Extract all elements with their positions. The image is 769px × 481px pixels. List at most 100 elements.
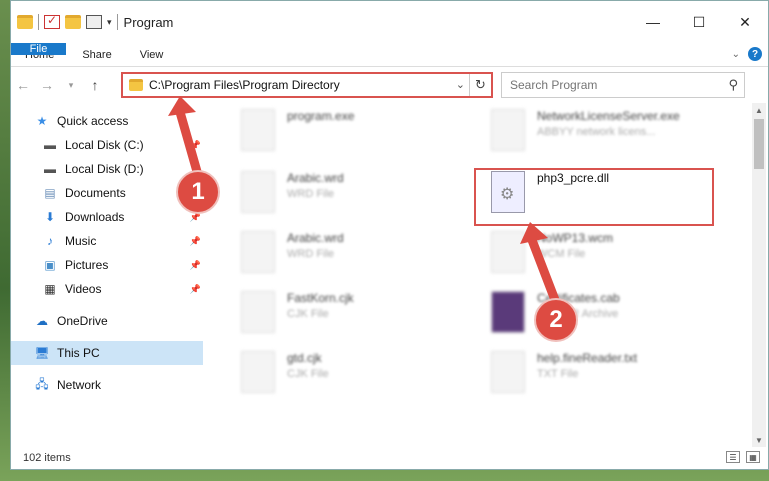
file-type: CJK File: [287, 308, 329, 320]
expand-ribbon-icon[interactable]: ⌄: [732, 49, 740, 60]
sidebar-item-quick-access[interactable]: ★ Quick access: [11, 109, 203, 133]
title-bar: ▾ Program — ☐ ✕: [11, 1, 768, 43]
file-type: ABBYY network licens...: [537, 126, 656, 138]
documents-icon: ▤: [44, 186, 56, 200]
tab-share[interactable]: Share: [68, 43, 125, 66]
forward-button[interactable]: →: [35, 77, 59, 93]
sidebar-item-label: Videos: [65, 282, 102, 296]
sidebar-item-local-disk-d[interactable]: ▬ Local Disk (D:) 📌: [11, 157, 203, 181]
vertical-scrollbar[interactable]: ▲ ▼: [752, 103, 766, 447]
file-item[interactable]: NetworkLicenseServer.exe ABBYY network li…: [491, 109, 680, 151]
tab-file[interactable]: File: [11, 43, 66, 55]
sidebar-item-videos[interactable]: ▦ Videos 📌: [11, 277, 203, 301]
tab-view[interactable]: View: [126, 43, 178, 66]
chevron-down-icon[interactable]: ▾: [107, 17, 112, 28]
file-icon: [241, 231, 275, 273]
file-item[interactable]: program.exe: [241, 109, 354, 151]
file-type: WCM File: [537, 248, 586, 260]
pictures-icon: ▣: [44, 258, 56, 272]
sidebar-item-onedrive[interactable]: ☁ OneDrive: [11, 309, 203, 333]
file-name: Arabic.wrd: [287, 231, 344, 245]
scroll-up-icon[interactable]: ▲: [752, 103, 766, 117]
maximize-button[interactable]: ☐: [676, 1, 722, 43]
file-icon: [241, 291, 275, 333]
sidebar-item-label: Downloads: [65, 210, 125, 224]
recent-locations-icon[interactable]: ▾: [59, 80, 83, 91]
sidebar-item-label: Documents: [65, 186, 126, 200]
pin-icon[interactable]: 📌: [190, 284, 201, 295]
back-button[interactable]: ←: [11, 77, 35, 93]
ribbon-controls: ⌄ ?: [732, 47, 762, 61]
item-count: 102 items: [23, 452, 71, 464]
search-input[interactable]: [510, 78, 710, 92]
file-name: gtd.cjk: [287, 351, 322, 365]
details-view-icon[interactable]: ☰: [726, 451, 740, 463]
file-item[interactable]: NoWP13.wcm WCM File: [491, 231, 613, 273]
sidebar-item-local-disk-c[interactable]: ▬ Local Disk (C:) 📌: [11, 133, 203, 157]
main-area: ★ Quick access ▬ Local Disk (C:) 📌 ▬ Loc…: [11, 103, 768, 447]
window-controls: — ☐ ✕: [630, 1, 768, 43]
address-path[interactable]: C:\Program Files\Program Directory: [149, 78, 340, 92]
video-icon: ▦: [44, 282, 56, 296]
sidebar-item-label: This PC: [57, 346, 100, 360]
sidebar-item-music[interactable]: ♪ Music 📌: [11, 229, 203, 253]
file-item[interactable]: help.fineReader.txt TXT File: [491, 351, 637, 393]
address-bar[interactable]: C:\Program Files\Program Directory ⌄ ↻: [121, 72, 493, 98]
drive-icon: ▬: [44, 138, 56, 152]
up-button[interactable]: ↑: [83, 77, 107, 93]
exe-file-icon: [241, 109, 275, 151]
search-box[interactable]: ⚲: [501, 72, 745, 98]
file-icon: [241, 351, 275, 393]
sidebar-item-downloads[interactable]: ⬇ Downloads 📌: [11, 205, 203, 229]
sidebar-item-documents[interactable]: ▤ Documents 📌: [11, 181, 203, 205]
pin-icon[interactable]: 📌: [190, 140, 201, 151]
sidebar-item-label: Local Disk (C:): [65, 138, 144, 152]
close-button[interactable]: ✕: [722, 1, 768, 43]
file-name: FastKorn.cjk: [287, 291, 354, 305]
minimize-button[interactable]: —: [630, 1, 676, 43]
step-1-badge: 1: [176, 170, 220, 214]
properties-icon[interactable]: [86, 15, 102, 29]
file-item[interactable]: FastKorn.cjk CJK File: [241, 291, 354, 333]
quick-access-toolbar: ▾: [11, 13, 118, 30]
computer-icon: 🖥: [34, 346, 50, 360]
properties-check-icon[interactable]: [44, 13, 60, 29]
large-icons-view-icon[interactable]: ▦: [746, 451, 760, 463]
file-icon: [241, 171, 275, 213]
address-row: ← → ▾ ↑ C:\Program Files\Program Directo…: [11, 67, 768, 103]
sidebar-item-label: Pictures: [65, 258, 109, 272]
ribbon: File Home Share View ⌄ ?: [11, 43, 768, 67]
file-type: CJK File: [287, 368, 329, 380]
pin-icon[interactable]: 📌: [190, 236, 201, 247]
folder-icon: [129, 79, 143, 91]
sidebar-item-label: OneDrive: [57, 314, 108, 328]
archive-icon: [491, 291, 525, 333]
file-name: program.exe: [287, 109, 355, 123]
file-name: help.fineReader.txt: [537, 351, 638, 365]
status-bar: 102 items ☰ ▦: [11, 447, 768, 469]
sidebar-item-this-pc[interactable]: 🖥 This PC: [11, 341, 203, 365]
refresh-button[interactable]: ↻: [469, 74, 491, 96]
pin-icon[interactable]: 📌: [190, 260, 201, 271]
chevron-down-icon[interactable]: ⌄: [456, 78, 465, 91]
new-folder-icon[interactable]: [65, 15, 81, 29]
file-item[interactable]: Arabic.wrd WRD File: [241, 171, 344, 213]
search-icon[interactable]: ⚲: [728, 77, 738, 93]
scroll-down-icon[interactable]: ▼: [752, 433, 766, 447]
file-icon: [491, 351, 525, 393]
file-item[interactable]: Arabic.wrd WRD File: [241, 231, 344, 273]
sidebar-item-pictures[interactable]: ▣ Pictures 📌: [11, 253, 203, 277]
folder-icon[interactable]: [17, 15, 33, 29]
scroll-thumb[interactable]: [754, 119, 764, 169]
drive-icon: ▬: [44, 162, 56, 176]
file-item[interactable]: gtd.cjk CJK File: [241, 351, 329, 393]
music-icon: ♪: [47, 234, 53, 248]
file-name: NetworkLicenseServer.exe: [537, 109, 680, 123]
sidebar-item-network[interactable]: 🖧 Network: [11, 373, 203, 397]
network-icon: 🖧: [35, 376, 49, 391]
download-icon: ⬇: [44, 210, 56, 224]
file-type: WRD File: [287, 188, 335, 200]
file-type: TXT File: [537, 368, 579, 380]
help-button[interactable]: ?: [748, 47, 762, 61]
sidebar-item-label: Network: [57, 378, 102, 392]
